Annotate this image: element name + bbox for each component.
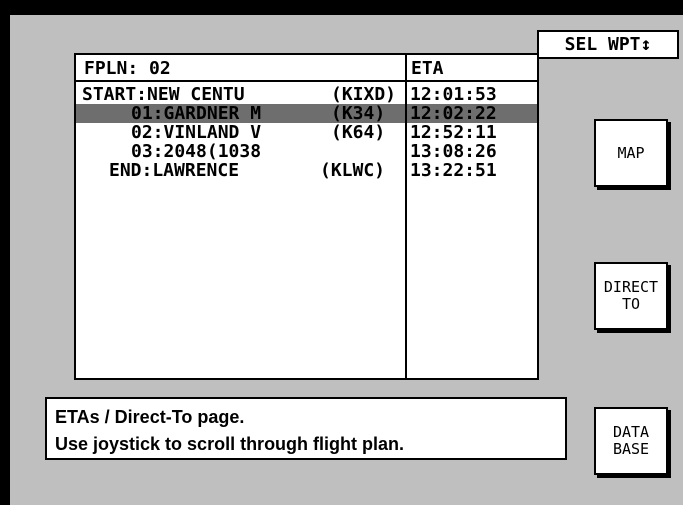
waypoint-id: (KLWC) [320, 160, 386, 181]
database-button[interactable]: DATA BASE [594, 407, 668, 475]
eta-column-header: ETA [411, 58, 444, 79]
map-button[interactable]: MAP [594, 119, 668, 187]
direct-to-label-line2: TO [621, 295, 641, 313]
select-waypoint-button[interactable]: SEL WPT↕ [537, 30, 679, 59]
flight-plan-title: FPLN: 02 [84, 58, 171, 79]
status-line-2: Use joystick to scroll through flight pl… [55, 434, 405, 454]
header-divider [76, 80, 537, 82]
flight-plan-row-selected[interactable]: 01:GARDNER M (K34) 12:02:22 [76, 104, 537, 123]
waypoint-name: START:NEW CENTU [82, 84, 245, 105]
map-button-label: MAP [617, 143, 645, 162]
status-message-box: ETAs / Direct-To page. Use joystick to s… [45, 397, 567, 460]
flight-plan-row[interactable]: END:LAWRENCE (KLWC) 13:22:51 [76, 161, 537, 180]
direct-to-button[interactable]: DIRECT TO [594, 262, 668, 330]
gps-screen: SEL WPT↕ FPLN: 02 ETA START:NEW CENTU (K… [10, 15, 683, 505]
waypoint-name: 03:2048(1038 [131, 141, 262, 162]
waypoint-id: (K34) [331, 103, 386, 124]
waypoint-name: 02:VINLAND V [131, 122, 262, 143]
flight-plan-row[interactable]: 03:2048(1038 13:08:26 [76, 142, 537, 161]
waypoint-eta: 12:02:22 [407, 104, 537, 123]
waypoint-id: (K64) [331, 122, 386, 143]
status-line-1: ETAs / Direct-To page. [55, 407, 245, 427]
flight-plan-row[interactable]: 02:VINLAND V (K64) 12:52:11 [76, 123, 537, 142]
waypoint-eta: 13:08:26 [410, 141, 497, 162]
waypoint-id: (KIXD) [331, 84, 397, 105]
waypoint-eta: 13:22:51 [410, 160, 497, 181]
direct-to-label-line1: DIRECT [603, 278, 659, 296]
waypoint-name: END:LAWRENCE [109, 160, 240, 181]
flight-plan-row[interactable]: START:NEW CENTU (KIXD) 12:01:53 [76, 85, 537, 104]
database-label-line1: DATA [612, 423, 650, 441]
database-label-line2: BASE [612, 440, 650, 458]
waypoint-eta: 12:01:53 [410, 84, 497, 105]
flight-plan-panel: FPLN: 02 ETA START:NEW CENTU (KIXD) 12:0… [74, 53, 539, 380]
waypoint-eta: 12:52:11 [410, 122, 497, 143]
waypoint-name: 01:GARDNER M [131, 103, 262, 124]
